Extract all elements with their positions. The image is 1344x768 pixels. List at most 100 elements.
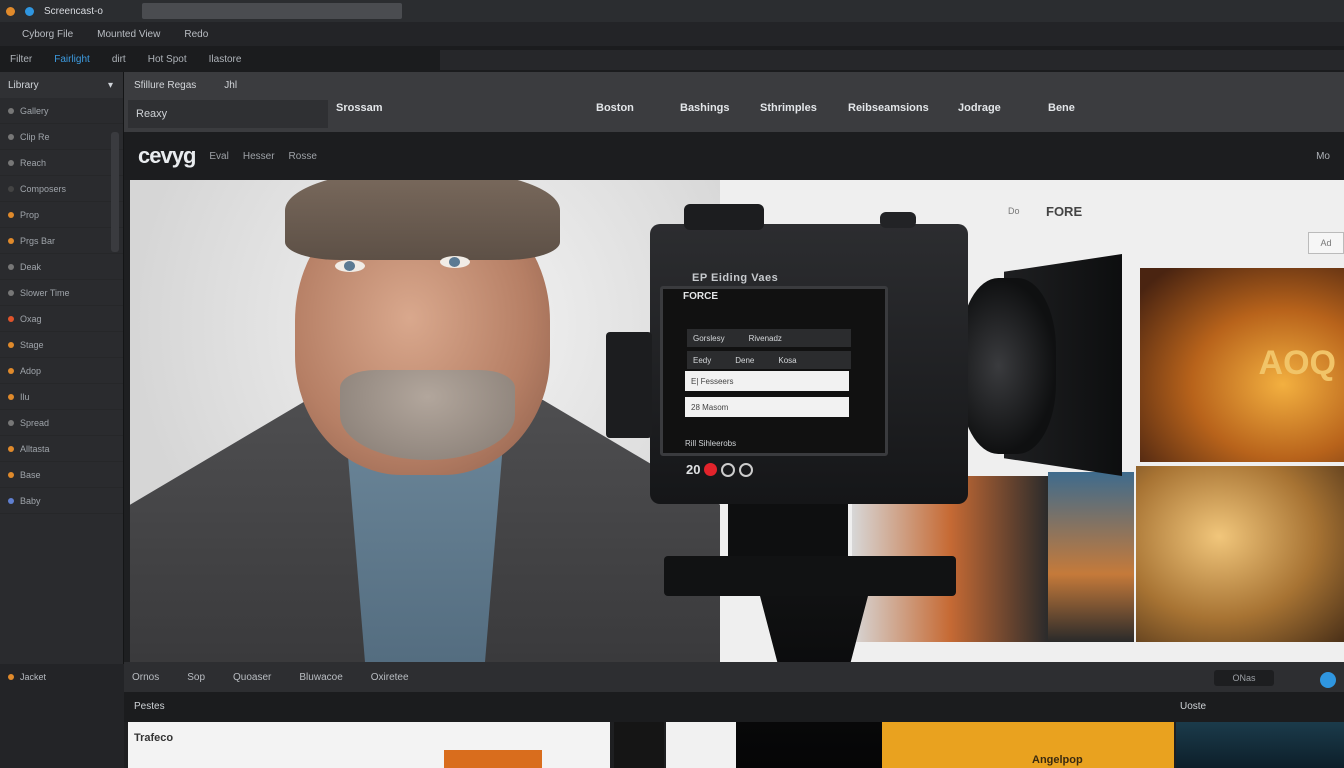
monitor-field[interactable]: E| Fesseers bbox=[685, 371, 849, 391]
toolbar-item[interactable]: Filter bbox=[10, 54, 32, 65]
menu-item[interactable]: Cyborg File bbox=[22, 29, 73, 40]
thumbnail-strip-item[interactable] bbox=[1176, 722, 1344, 768]
sidebar-item[interactable]: Prgs Bar bbox=[0, 228, 123, 254]
status-dot bbox=[8, 497, 14, 504]
monitor-text: Eedy bbox=[693, 355, 712, 365]
nav-section[interactable]: Srossam bbox=[336, 102, 596, 114]
monitor-text: Gorslesy bbox=[693, 333, 725, 343]
record-button-icon[interactable] bbox=[704, 463, 718, 476]
sidebar-item-label: Alltasta bbox=[20, 443, 50, 454]
toolbar-item[interactable]: Ilastore bbox=[209, 54, 242, 65]
sidebar-item[interactable]: Prop bbox=[0, 202, 123, 228]
toolbar-item[interactable]: dirt bbox=[112, 54, 126, 65]
nav-link[interactable]: Boston bbox=[596, 102, 680, 114]
bottom-tab[interactable]: Bluwacoe bbox=[299, 672, 342, 683]
search-box[interactable]: Reaxy bbox=[128, 100, 328, 128]
brand-logo[interactable]: cevyg bbox=[138, 143, 196, 169]
monitor-text: Rivenadz bbox=[748, 333, 782, 343]
nav-link[interactable]: Sthrimples bbox=[760, 102, 848, 114]
nav-link[interactable]: Bene bbox=[1048, 102, 1108, 114]
sidebar-item[interactable]: Alltasta bbox=[0, 436, 123, 462]
nav-link[interactable]: Reibseamsions bbox=[848, 102, 958, 114]
sidebar-item[interactable]: Stage bbox=[0, 332, 123, 358]
monitor-row: Eedy Dene Kosa bbox=[687, 351, 851, 369]
monitor-text: Dene bbox=[735, 355, 755, 365]
sidebar-item-label: Spread bbox=[20, 417, 50, 428]
status-dot bbox=[8, 289, 14, 296]
sidebar-item[interactable]: Adop bbox=[0, 358, 123, 384]
toolbar-fill bbox=[440, 50, 1344, 70]
brand-item[interactable]: Rosse bbox=[289, 151, 317, 162]
bottom-tab[interactable]: Ornos bbox=[132, 672, 159, 683]
sidebar-item[interactable]: Oxag bbox=[0, 306, 123, 332]
ring-icon[interactable] bbox=[739, 462, 754, 477]
camera-plate bbox=[664, 556, 956, 596]
chevron-down-icon[interactable]: ▾ bbox=[108, 80, 113, 91]
status-dot bbox=[8, 211, 14, 218]
status-dot bbox=[8, 367, 14, 374]
window-title: Screencast-o bbox=[44, 5, 103, 17]
bottom-left-label: Jacket bbox=[20, 672, 47, 682]
library-panel: Library ▾ Gallery Clip Re Reach Composers Pr… bbox=[0, 72, 124, 664]
poster-thumbnail[interactable] bbox=[1048, 472, 1134, 642]
thumbnail-strip-item[interactable]: Angelpop bbox=[882, 722, 1174, 768]
bottom-tab[interactable]: Oxiretee bbox=[371, 672, 409, 683]
gallery-title: FORE bbox=[1046, 204, 1083, 219]
strip-title: Angelpop bbox=[1032, 754, 1083, 766]
eye-right bbox=[440, 256, 470, 268]
status-dot bbox=[8, 419, 14, 426]
nav-link[interactable]: Jodrage bbox=[958, 102, 1048, 114]
sidebar-item[interactable]: Base bbox=[0, 462, 123, 488]
info-icon[interactable] bbox=[1320, 672, 1336, 688]
sidebar-item[interactable]: Ilu bbox=[0, 384, 123, 410]
app-icon bbox=[6, 6, 15, 16]
address-bar[interactable] bbox=[142, 3, 402, 19]
sidebar-item-label: Stage bbox=[20, 339, 44, 350]
poster-thumbnail[interactable] bbox=[1136, 466, 1344, 642]
thumbnail-strip-item[interactable]: Trafeco bbox=[128, 722, 610, 768]
sidebar-item[interactable]: Reach bbox=[0, 150, 123, 176]
toolbar-item[interactable]: Hot Spot bbox=[148, 54, 187, 65]
gallery-button[interactable]: Ad bbox=[1308, 232, 1344, 254]
status-dot bbox=[8, 471, 14, 478]
sidebar-item[interactable]: Baby bbox=[0, 488, 123, 514]
sidebar-item[interactable]: Spread bbox=[0, 410, 123, 436]
panel-header: Library ▾ bbox=[0, 72, 123, 98]
menu-item[interactable]: Redo bbox=[184, 29, 208, 40]
bottom-tab-bar: Ornos Sop Quoaser Bluwacoe Oxiretee ONas bbox=[124, 662, 1344, 692]
poster-thumbnail[interactable]: AOQ bbox=[1140, 268, 1344, 462]
strip-badge bbox=[444, 750, 542, 768]
tab-label: Sfillure Regas bbox=[134, 79, 197, 91]
bottom-tab[interactable]: Sop bbox=[187, 672, 205, 683]
sidebar-item-label: Clip Re bbox=[20, 131, 50, 142]
tab-main[interactable]: Sfillure Regas Jhl bbox=[124, 72, 247, 98]
bottom-left-panel: Jacket bbox=[0, 664, 124, 768]
camera-lens bbox=[960, 278, 1056, 454]
menu-bar: Cyborg File Mounted View Redo bbox=[0, 22, 1344, 46]
monitor-footer: Rill Sihleerobs bbox=[685, 439, 737, 448]
scrollbar[interactable] bbox=[111, 132, 119, 252]
nav-link[interactable]: Bashings bbox=[680, 102, 760, 114]
toolbar-item[interactable]: Fairlight bbox=[54, 54, 90, 65]
ring-icon[interactable] bbox=[721, 462, 736, 477]
sidebar-item[interactable]: Clip Re bbox=[0, 124, 123, 150]
bottom-button[interactable]: ONas bbox=[1214, 670, 1274, 686]
sidebar-item[interactable]: Slower Time bbox=[0, 280, 123, 306]
monitor-field-text: 28 Masom bbox=[691, 402, 729, 412]
thumbnail-strip-item[interactable] bbox=[666, 722, 736, 768]
thumbnail-strip-item[interactable] bbox=[614, 722, 664, 768]
menu-item[interactable]: Mounted View bbox=[97, 29, 160, 40]
monitor-field[interactable]: 28 Masom bbox=[685, 397, 849, 417]
brand-item[interactable]: Eval bbox=[209, 151, 228, 162]
app-icon-secondary bbox=[25, 6, 34, 16]
sidebar-item[interactable]: Composers bbox=[0, 176, 123, 202]
brand-right[interactable]: Mo bbox=[1316, 151, 1330, 162]
brand-item[interactable]: Hesser bbox=[243, 151, 275, 162]
bottom-tab[interactable]: Quoaser bbox=[233, 672, 271, 683]
sidebar-item[interactable]: Deak bbox=[0, 254, 123, 280]
record-controls: 20 bbox=[686, 462, 754, 477]
brand-bar: cevyg Eval Hesser Rosse Mo bbox=[124, 132, 1344, 180]
sidebar-item[interactable]: Gallery bbox=[0, 98, 123, 124]
sidebar-item-label: Composers bbox=[20, 183, 67, 194]
status-dot bbox=[8, 674, 14, 680]
